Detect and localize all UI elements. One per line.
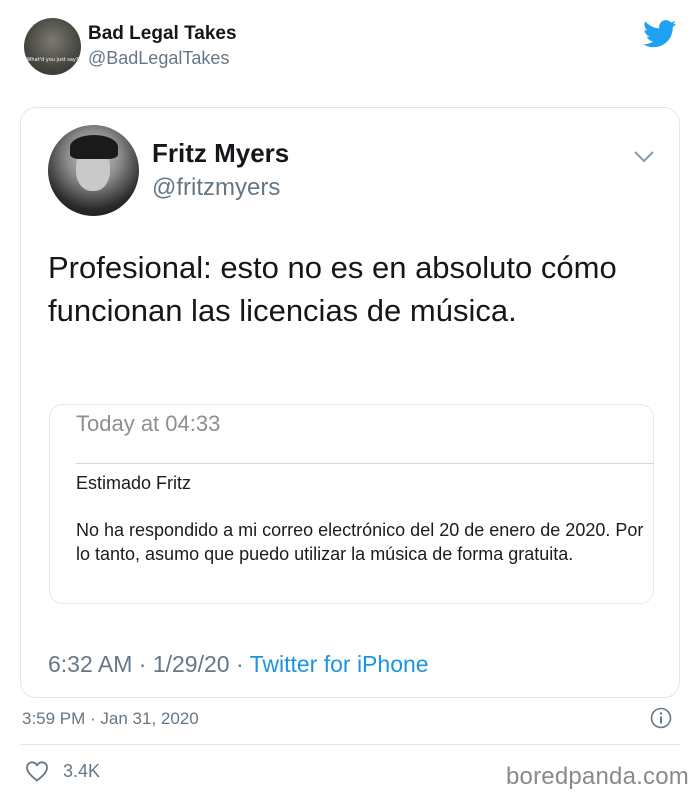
- tweet-source-link[interactable]: Twitter for iPhone: [250, 651, 429, 677]
- quoted-time-date[interactable]: 6:32 AM · 1/29/20 ·: [48, 651, 250, 677]
- like-count: 3.4K: [63, 760, 101, 781]
- like-action[interactable]: 3.4K: [25, 760, 100, 782]
- outer-display-name[interactable]: Bad Legal Takes: [88, 23, 237, 45]
- email-body: No ha respondido a mi correo electrónico…: [76, 520, 644, 564]
- watermark: boredpanda.com: [506, 763, 689, 790]
- avatar-hair: [70, 135, 118, 159]
- quoted-display-name[interactable]: Fritz Myers: [152, 138, 289, 169]
- outer-handle[interactable]: @BadLegalTakes: [88, 48, 229, 69]
- quoted-tweet-meta: 6:32 AM · 1/29/20 · Twitter for iPhone: [48, 651, 429, 678]
- info-icon[interactable]: [650, 707, 672, 729]
- quoted-handle[interactable]: @fritzmyers: [152, 174, 280, 202]
- avatar-caption: What'd you just say?: [26, 57, 79, 63]
- email-greeting: Estimado Fritz: [76, 473, 192, 493]
- quoted-avatar[interactable]: [48, 125, 139, 216]
- email-screenshot: Today at 04:33 Estimado Fritz No ha resp…: [49, 404, 654, 604]
- heart-icon[interactable]: [25, 760, 49, 782]
- outer-tweet-header: What'd you just say? Bad Legal Takes @Ba…: [0, 0, 700, 100]
- outer-avatar[interactable]: What'd you just say?: [24, 18, 81, 75]
- email-divider: [76, 463, 653, 464]
- chevron-down-icon[interactable]: [633, 150, 655, 164]
- quoted-tweet-card[interactable]: Fritz Myers @fritzmyers Profesional: est…: [20, 107, 680, 698]
- outer-timestamp[interactable]: 3:59 PM · Jan 31, 2020: [22, 709, 199, 729]
- twitter-bird-icon[interactable]: [643, 20, 677, 48]
- email-time: Today at 04:33: [76, 411, 221, 436]
- quoted-tweet-text: Profesional: esto no es en absoluto cómo…: [48, 250, 617, 328]
- divider: [20, 744, 680, 745]
